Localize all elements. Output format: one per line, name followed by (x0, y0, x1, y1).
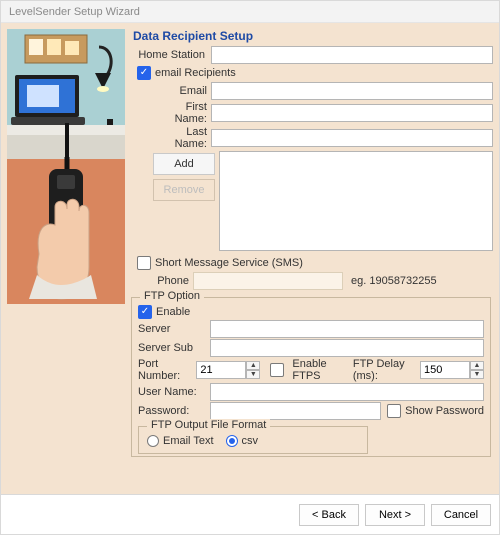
home-station-row: Home Station (129, 46, 493, 64)
last-name-input[interactable] (211, 129, 493, 147)
sms-phone-row: Phone eg. 19058732255 (153, 272, 493, 290)
output-csv-option[interactable]: csv (226, 435, 259, 447)
wizard-footer: < Back Next > Cancel (1, 494, 499, 534)
ftp-enable-label: Enable (156, 306, 190, 318)
output-email-text-option[interactable]: Email Text (147, 435, 214, 447)
show-password-label: Show Password (405, 405, 484, 417)
wizard-window: LevelSender Setup Wizard (0, 0, 500, 535)
ftps-label: Enable FTPS (292, 358, 340, 382)
ftp-user-label: User Name: (138, 386, 210, 398)
ftp-server-label: Server (138, 323, 210, 335)
ftps-checkbox[interactable] (270, 363, 284, 377)
ftp-enable-row: Enable (138, 305, 484, 319)
next-button[interactable]: Next > (365, 504, 425, 526)
ftp-output-group: FTP Output File Format Email Text csv (138, 426, 368, 454)
ftp-group: FTP Option Enable Server Server Sub Port… (131, 297, 491, 457)
back-button[interactable]: < Back (299, 504, 359, 526)
ftp-delay-input[interactable] (420, 361, 470, 379)
recipients-list[interactable] (219, 151, 493, 251)
ftp-delay-label: FTP Delay (ms): (353, 358, 412, 382)
first-name-input[interactable] (211, 104, 493, 122)
email-recipients-label: email Recipients (155, 67, 236, 79)
spin-up-icon[interactable]: ▲ (246, 361, 260, 370)
remove-button[interactable]: Remove (153, 179, 215, 201)
email-fields: Email First Name: Last Name: (153, 81, 493, 151)
ftp-delay-spinner[interactable]: ▲▼ (420, 361, 484, 379)
email-label: Email (153, 85, 211, 97)
first-name-label: First Name: (153, 101, 211, 125)
email-recipients-checkbox[interactable] (137, 66, 151, 80)
show-password-checkbox[interactable] (387, 404, 401, 418)
ftp-server-input[interactable] (210, 320, 484, 338)
ftp-port-spinner[interactable]: ▲▼ (196, 361, 260, 379)
output-csv-label: csv (242, 435, 259, 447)
add-button[interactable]: Add (153, 153, 215, 175)
ftp-output-title: FTP Output File Format (147, 419, 270, 431)
form-area: Data Recipient Setup Home Station email … (129, 29, 493, 494)
ftp-port-label: Port Number: (138, 358, 192, 382)
phone-input (193, 272, 343, 290)
section-title: Data Recipient Setup (133, 29, 493, 43)
home-station-label: Home Station (129, 49, 211, 61)
wizard-illustration (7, 29, 125, 304)
spin-up-icon[interactable]: ▲ (470, 361, 484, 370)
radio-icon (147, 435, 159, 447)
home-station-input[interactable] (211, 46, 493, 64)
ftp-enable-checkbox[interactable] (138, 305, 152, 319)
window-title: LevelSender Setup Wizard (1, 1, 499, 23)
sms-label: Short Message Service (SMS) (155, 257, 303, 269)
email-recipients-row: email Recipients (137, 66, 493, 80)
recipients-area: Add Remove (129, 151, 493, 251)
spin-down-icon[interactable]: ▼ (246, 370, 260, 379)
ftp-password-input[interactable] (210, 402, 381, 420)
ftp-server-sub-input[interactable] (210, 339, 484, 357)
ftp-password-label: Password: (138, 405, 210, 417)
spin-down-icon[interactable]: ▼ (470, 370, 484, 379)
last-name-label: Last Name: (153, 126, 211, 150)
ftp-user-input[interactable] (210, 383, 484, 401)
output-email-text-label: Email Text (163, 435, 214, 447)
radio-icon (226, 435, 238, 447)
ftp-port-input[interactable] (196, 361, 246, 379)
ftp-group-title: FTP Option (140, 290, 204, 302)
phone-example: eg. 19058732255 (351, 275, 437, 287)
email-input[interactable] (211, 82, 493, 100)
sms-checkbox[interactable] (137, 256, 151, 270)
client-area: Data Recipient Setup Home Station email … (1, 23, 499, 494)
phone-label: Phone (153, 275, 193, 287)
ftp-server-sub-label: Server Sub (138, 342, 210, 354)
sms-row: Short Message Service (SMS) (137, 256, 493, 270)
cancel-button[interactable]: Cancel (431, 504, 491, 526)
